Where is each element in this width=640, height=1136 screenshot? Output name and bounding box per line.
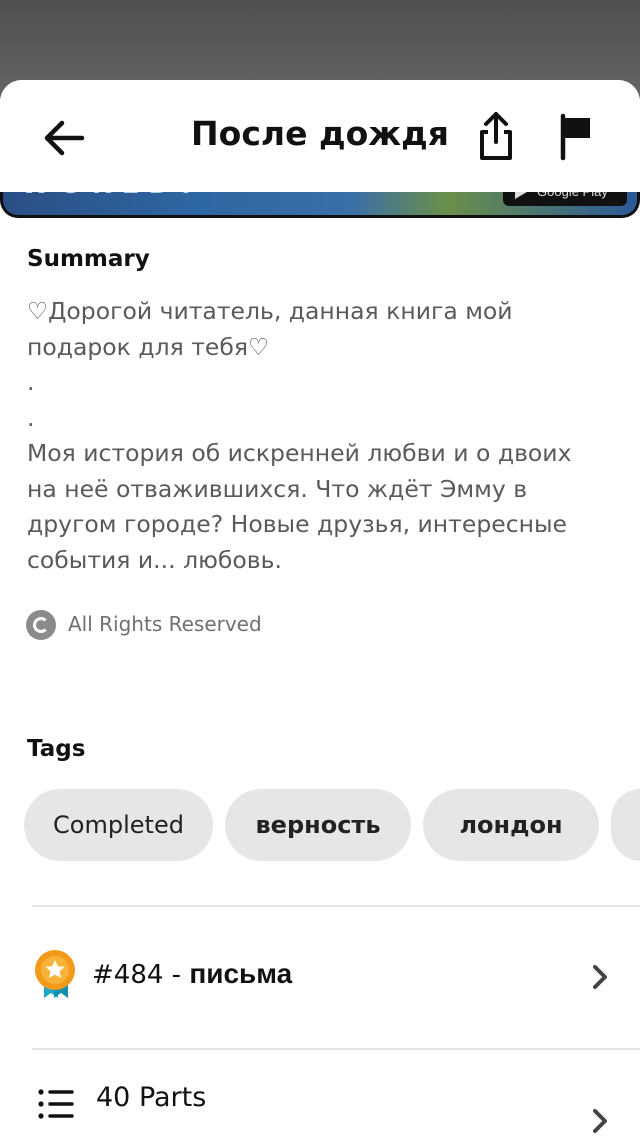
parts-row[interactable]: 40 Parts — [0, 1072, 640, 1136]
list-icon — [38, 1089, 74, 1119]
copyright-icon — [26, 610, 56, 640]
page-title: После дождя — [191, 114, 449, 153]
chevron-right-icon — [593, 965, 607, 989]
summary-heading: Summary — [27, 246, 150, 272]
arrow-left-icon — [44, 120, 85, 156]
divider — [32, 905, 640, 907]
tag-chip[interactable]: верность — [225, 789, 411, 861]
ranking-tag-name: письма — [189, 958, 293, 989]
tag-chip[interactable]: лондон — [423, 789, 599, 861]
flag-icon — [560, 113, 590, 161]
story-details-sheet: После дождя WORLD! Google Play Summary ♡… — [0, 80, 640, 1136]
ranking-row[interactable]: #484 - письма — [0, 938, 640, 1038]
ranking-medal-icon — [35, 950, 75, 998]
ranking-label: #484 - письма — [92, 958, 292, 990]
summary-text: ♡Дорогой читатель, данная книга мой пода… — [27, 297, 572, 574]
parts-count: 40 Parts — [96, 1082, 207, 1113]
chevron-right-icon — [593, 1109, 607, 1133]
tag-list: Completed верность лондон — [24, 789, 640, 861]
header-bar: После дождя — [0, 80, 640, 192]
rights-label: All Rights Reserved — [68, 612, 262, 636]
ranking-number: #484 - — [92, 960, 190, 990]
report-button[interactable] — [552, 110, 600, 164]
back-button[interactable] — [36, 110, 92, 166]
tags-heading: Tags — [27, 736, 86, 762]
tag-chip[interactable] — [611, 789, 640, 861]
tag-chip[interactable]: Completed — [24, 789, 213, 861]
share-button[interactable] — [472, 108, 520, 164]
share-icon — [480, 112, 512, 160]
divider — [32, 1048, 640, 1050]
